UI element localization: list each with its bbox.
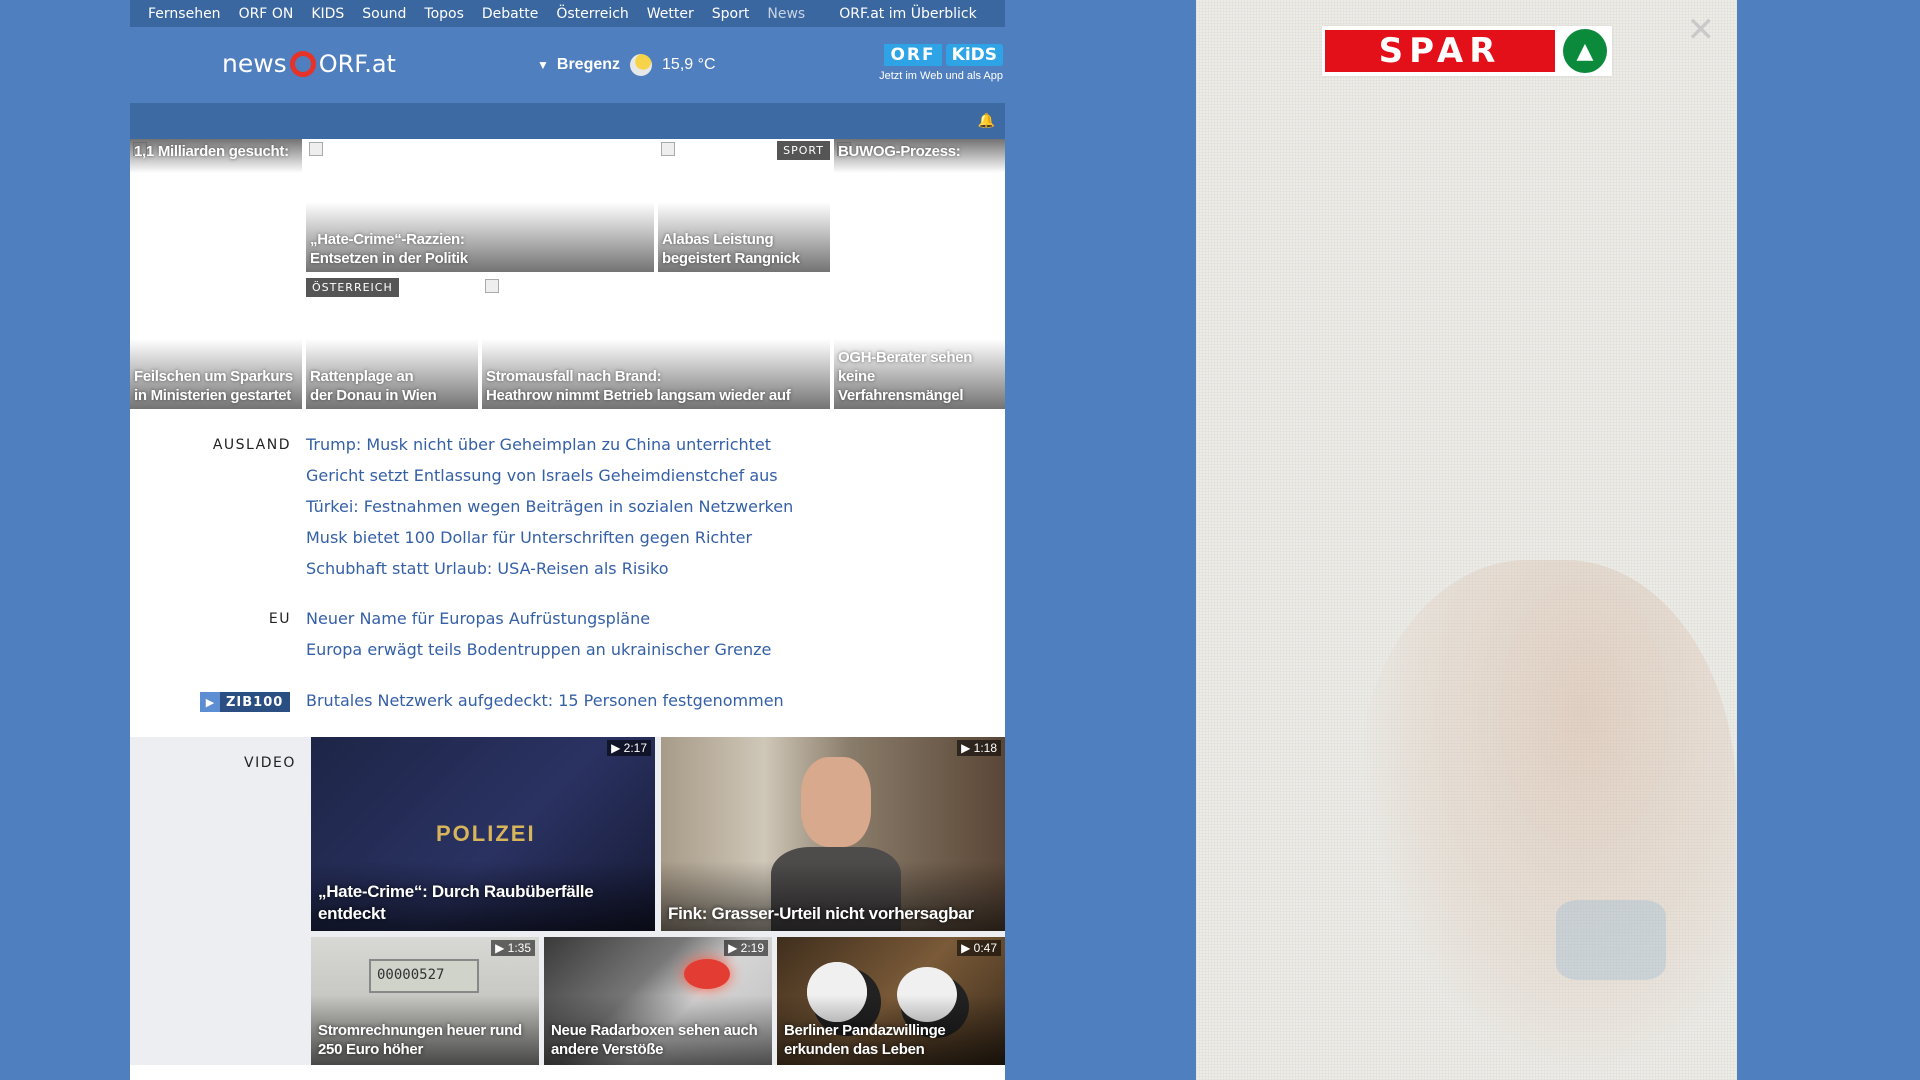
- weather-sun-cloud-icon: [630, 54, 653, 76]
- nav-news[interactable]: News: [767, 6, 805, 22]
- tile-kicker: BUWOG-Prozess:: [838, 143, 961, 160]
- video-caption: „Hate-Crime“: Durch Raubüberfälle entdec…: [318, 882, 594, 923]
- video-section: VIDEO POLIZEI ▶ 2:17 „Hate-Crime“: Durch…: [130, 737, 1005, 1065]
- section-ausland: AUSLAND Trump: Musk nicht über Geheimpla…: [130, 435, 1005, 585]
- nav-overview[interactable]: ORF.at im Überblick: [839, 6, 976, 22]
- section-label-eu: EU: [268, 611, 291, 627]
- section-bar: 🔔: [130, 103, 1005, 139]
- broken-image-icon: [309, 142, 323, 156]
- top-navigation: Fernsehen ORF ON KIDS Sound Topos Debatt…: [130, 0, 1005, 27]
- section-eu: EU Neuer Name für Europas Aufrüstungsplä…: [130, 609, 1005, 669]
- story-tile-rattenplage[interactable]: ÖSTERREICH Rattenplage an der Donau in W…: [306, 276, 478, 409]
- headline-link[interactable]: Schubhaft statt Urlaub: USA-Reisen als R…: [306, 559, 669, 578]
- video-tile[interactable]: 00000527 ▶ 1:35 Stromrechnungen heuer ru…: [311, 937, 539, 1065]
- tile-headline: Stromausfall nach Brand: Heathrow nimmt …: [486, 368, 791, 404]
- category-tag-sport: SPORT: [777, 141, 830, 160]
- story-tile-heathrow[interactable]: Stromausfall nach Brand: Heathrow nimmt …: [482, 276, 830, 409]
- meter-display: 00000527: [369, 959, 479, 993]
- video-caption: Neue Radarboxen sehen auch andere Verstö…: [551, 1022, 758, 1058]
- video-caption: Stromrechnungen heuer rund 250 Euro höhe…: [318, 1022, 522, 1058]
- story-tile-buwog[interactable]: BUWOG-Prozess: OGH-Berater sehen keine V…: [834, 139, 1005, 409]
- site-header: news ORF.at ▼ Bregenz 15,9 °C ORF KiDS J…: [130, 27, 1005, 103]
- ad-faded-person: [1356, 560, 1736, 1080]
- headline-link[interactable]: Trump: Musk nicht über Geheimplan zu Chi…: [306, 435, 771, 454]
- nav-kids[interactable]: KIDS: [311, 6, 344, 22]
- spar-wordmark: SPAR: [1325, 30, 1555, 72]
- category-tag-oesterreich: ÖSTERREICH: [306, 278, 399, 297]
- logo-orf-text: ORF.at: [318, 49, 396, 78]
- video-tile[interactable]: POLIZEI ▶ 2:17 „Hate-Crime“: Durch Raubü…: [311, 737, 655, 931]
- video-duration: ▶ 0:47: [957, 940, 1001, 956]
- section-label-video: VIDEO: [244, 755, 296, 771]
- ad-faded-object: [1556, 900, 1666, 980]
- headline-link[interactable]: Türkei: Festnahmen wegen Beiträgen in so…: [306, 497, 793, 516]
- video-duration: ▶ 1:35: [491, 940, 535, 956]
- headline-link[interactable]: Neuer Name für Europas Aufrüstungspläne: [306, 609, 650, 628]
- spar-tree-icon: ▲: [1563, 29, 1607, 73]
- video-overlay-text: POLIZEI: [436, 821, 536, 846]
- zib100-badge[interactable]: ▶ ZIB100: [200, 692, 290, 712]
- nav-oesterreich[interactable]: Österreich: [556, 6, 628, 22]
- weather-temperature: 15,9 °C: [662, 56, 716, 73]
- story-tile-hate-crime[interactable]: „Hate-Crime“-Razzien: Entsetzen in der P…: [306, 139, 654, 272]
- tile-headline: OGH-Berater sehen keine Verfahrensmängel: [838, 349, 973, 404]
- radar-light: [684, 959, 730, 989]
- tile-headline: Alabas Leistung begeistert Rangnick: [662, 231, 800, 267]
- close-icon[interactable]: ✕: [1687, 10, 1716, 50]
- nav-orf-on[interactable]: ORF ON: [239, 6, 294, 22]
- bell-icon[interactable]: 🔔: [978, 113, 995, 129]
- headline-link[interactable]: Brutales Netzwerk aufgedeckt: 15 Persone…: [306, 691, 784, 710]
- spar-logo[interactable]: SPAR ▲: [1322, 26, 1612, 76]
- video-tile[interactable]: ▶ 0:47 Berliner Pandazwillinge erkunden …: [777, 937, 1005, 1065]
- nav-debatte[interactable]: Debatte: [482, 6, 538, 22]
- headline-link[interactable]: Gericht setzt Entlassung von Israels Geh…: [306, 466, 778, 485]
- nav-wetter[interactable]: Wetter: [647, 6, 694, 22]
- video-duration: ▶ 2:19: [724, 940, 768, 956]
- video-tile[interactable]: ▶ 2:19 Neue Radarboxen sehen auch andere…: [544, 937, 772, 1065]
- weather-widget[interactable]: ▼ Bregenz 15,9 °C: [537, 54, 716, 76]
- tile-headline: Feilschen um Sparkurs in Ministerien ges…: [134, 368, 293, 404]
- story-tile-alaba[interactable]: SPORT Alabas Leistung begeistert Rangnic…: [658, 139, 830, 272]
- broken-image-icon: [485, 279, 499, 293]
- nav-fernsehen[interactable]: Fernsehen: [148, 6, 221, 22]
- section-label-ausland: AUSLAND: [212, 437, 291, 453]
- nav-sport[interactable]: Sport: [712, 6, 750, 22]
- logo-news-text: news: [222, 49, 287, 78]
- story-tile-sparkurs[interactable]: 1,1 Milliarden gesucht: Feilschen um Spa…: [130, 139, 302, 409]
- spar-advertisement[interactable]: SPAR ▲ ✕: [1196, 0, 1737, 1080]
- nav-topos[interactable]: Topos: [424, 6, 463, 22]
- tile-headline: „Hate-Crime“-Razzien: Entsetzen in der P…: [310, 231, 468, 267]
- kids-promo-subtitle: Jetzt im Web und als App: [879, 70, 1003, 82]
- section-zib100: ▶ ZIB100 Brutales Netzwerk aufgedeckt: 1…: [130, 691, 1005, 715]
- weather-city: Bregenz: [556, 56, 621, 73]
- orf-kids-promo[interactable]: ORF KiDS Jetzt im Web und als App: [879, 44, 1003, 82]
- main-content: 1,1 Milliarden gesucht: Feilschen um Spa…: [130, 139, 1005, 1080]
- orf-ring-icon: [289, 50, 316, 77]
- headline-link[interactable]: Europa erwägt teils Bodentruppen an ukra…: [306, 640, 771, 659]
- video-duration: ▶ 1:18: [957, 740, 1001, 756]
- video-tile[interactable]: ▶ 1:18 Fink: Grasser-Urteil nicht vorher…: [661, 737, 1005, 931]
- news-orf-logo[interactable]: news ORF.at: [222, 49, 396, 78]
- tile-kicker: 1,1 Milliarden gesucht:: [134, 143, 289, 160]
- zib100-label: ZIB100: [226, 694, 284, 710]
- broken-image-icon: [661, 142, 675, 156]
- video-caption: Berliner Pandazwillinge erkunden das Leb…: [784, 1022, 946, 1058]
- headline-link[interactable]: Musk bietet 100 Dollar für Unterschrifte…: [306, 528, 752, 547]
- chevron-down-icon: ▼: [537, 58, 549, 72]
- tile-headline: Rattenplage an der Donau in Wien: [310, 368, 437, 404]
- orf-badge: ORF: [884, 44, 942, 66]
- video-duration: ▶ 2:17: [607, 740, 651, 756]
- play-icon: ▶: [200, 692, 220, 712]
- nav-sound[interactable]: Sound: [362, 6, 406, 22]
- kids-badge: KiDS: [945, 44, 1003, 66]
- video-caption: Fink: Grasser-Urteil nicht vorhersagbar: [668, 904, 974, 923]
- person-thumbnail: [801, 757, 871, 847]
